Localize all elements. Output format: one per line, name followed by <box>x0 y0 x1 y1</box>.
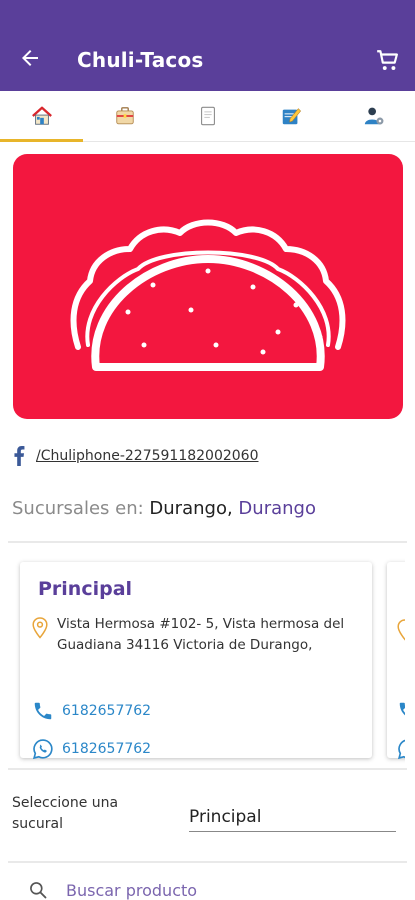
tab-home[interactable] <box>0 91 83 142</box>
arrow-left-icon[interactable] <box>18 46 42 70</box>
search-icon <box>30 882 47 899</box>
document-icon <box>200 106 215 126</box>
facebook-link[interactable]: /Chuliphone-227591182002060 <box>36 448 259 464</box>
cart-icon[interactable] <box>375 48 401 74</box>
tab-edit[interactable] <box>249 91 332 141</box>
tab-bar <box>0 91 415 142</box>
branch-select-value: Principal <box>189 807 262 827</box>
tab-profile[interactable] <box>332 91 415 141</box>
user-settings-icon <box>364 107 383 125</box>
tab-documents[interactable] <box>166 91 249 141</box>
home-icon <box>31 106 52 125</box>
hero-banner <box>13 154 403 419</box>
branch-select-label: Seleccione una sucural <box>12 795 119 832</box>
search-row[interactable]: Buscar producto <box>28 880 197 900</box>
location-pin-icon <box>397 619 405 641</box>
divider <box>8 541 407 543</box>
phone-icon <box>399 702 405 716</box>
branch-whatsapp[interactable]: 6182657762 <box>62 741 151 757</box>
branch-name: Principal <box>38 578 133 600</box>
whatsapp-icon <box>397 739 405 760</box>
facebook-row: /Chuliphone-227591182002060 <box>12 446 259 466</box>
branch-card[interactable]: L <box>387 562 405 760</box>
branch-address: Vista Hermosa #102- 5, Vista hermosa del… <box>57 616 345 653</box>
branch-phone-row[interactable]: 6182657762 <box>32 700 151 722</box>
phone-icon <box>34 702 52 720</box>
branches-label: Sucursales en: <box>12 498 144 519</box>
branch-state: Durango <box>238 498 316 519</box>
branch-city: Durango, <box>149 498 233 519</box>
whatsapp-icon <box>32 739 53 760</box>
divider <box>8 768 407 770</box>
location-pin-icon <box>32 617 48 639</box>
branches-heading: Sucursales en: Durango, Durango <box>12 498 316 519</box>
edit-note-icon <box>282 108 301 125</box>
facebook-icon <box>14 446 25 466</box>
briefcase-icon <box>115 107 134 125</box>
branch-address-row: Vista Hermosa #102- 5, Vista hermosa del… <box>32 614 357 656</box>
page-title: Chuli-Tacos <box>77 48 204 72</box>
app-bar: Chuli-Tacos <box>0 0 415 91</box>
branch-card[interactable]: Principal Vista Hermosa #102- 5, Vista h… <box>20 562 372 760</box>
tab-business[interactable] <box>83 91 166 141</box>
divider <box>8 861 407 863</box>
branch-select[interactable]: Principal <box>189 803 396 832</box>
search-input[interactable]: Buscar producto <box>66 881 197 900</box>
branch-carousel[interactable]: Principal Vista Hermosa #102- 5, Vista h… <box>10 548 405 768</box>
branch-phone[interactable]: 6182657762 <box>62 703 151 719</box>
branch-whatsapp-row[interactable]: 6182657762 <box>32 738 151 760</box>
taco-icon <box>70 219 346 371</box>
